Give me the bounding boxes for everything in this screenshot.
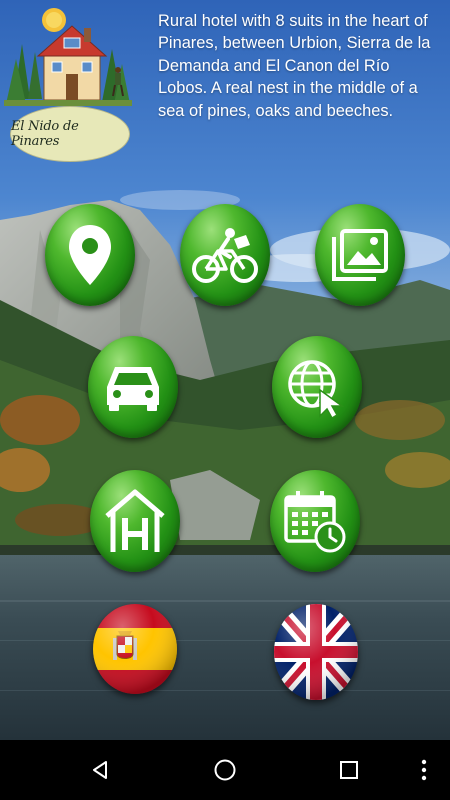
- directions-car-button[interactable]: [88, 336, 178, 438]
- back-button[interactable]: [82, 752, 118, 788]
- gallery-button[interactable]: [315, 204, 405, 306]
- hotel-logo: El Nido de Pinares: [4, 4, 132, 162]
- image-gallery-icon: [332, 229, 388, 281]
- location-button[interactable]: [45, 204, 135, 306]
- hotel-h-icon: [105, 489, 165, 552]
- back-triangle-icon: [93, 761, 107, 779]
- globe-cursor-icon: [288, 360, 345, 418]
- uk-flag-icon: [274, 604, 358, 700]
- spanish-language-button[interactable]: [93, 604, 177, 694]
- hotel-description: Rural hotel with 8 suits in the heart of…: [158, 12, 431, 120]
- overflow-menu-icon: [421, 759, 427, 781]
- calendar-clock-icon: [284, 491, 346, 553]
- logo-text: El Nido de Pinares: [10, 106, 130, 162]
- cyclist-icon: [192, 228, 258, 283]
- home-button[interactable]: [207, 752, 243, 788]
- house-logo-icon: [4, 8, 132, 106]
- recents-button[interactable]: [331, 752, 367, 788]
- recents-square-icon: [340, 761, 358, 779]
- cycling-button[interactable]: [180, 204, 270, 306]
- website-button[interactable]: [272, 336, 362, 438]
- car-icon: [107, 367, 159, 411]
- system-navigation-bar: [0, 740, 450, 800]
- home-circle-icon: [214, 759, 236, 781]
- hotel-button[interactable]: [90, 470, 180, 572]
- booking-calendar-button[interactable]: [270, 470, 360, 572]
- map-pin-icon: [69, 225, 111, 285]
- spain-flag-icon: [93, 604, 177, 694]
- overflow-menu-button[interactable]: [406, 752, 442, 788]
- english-language-button[interactable]: [274, 604, 358, 700]
